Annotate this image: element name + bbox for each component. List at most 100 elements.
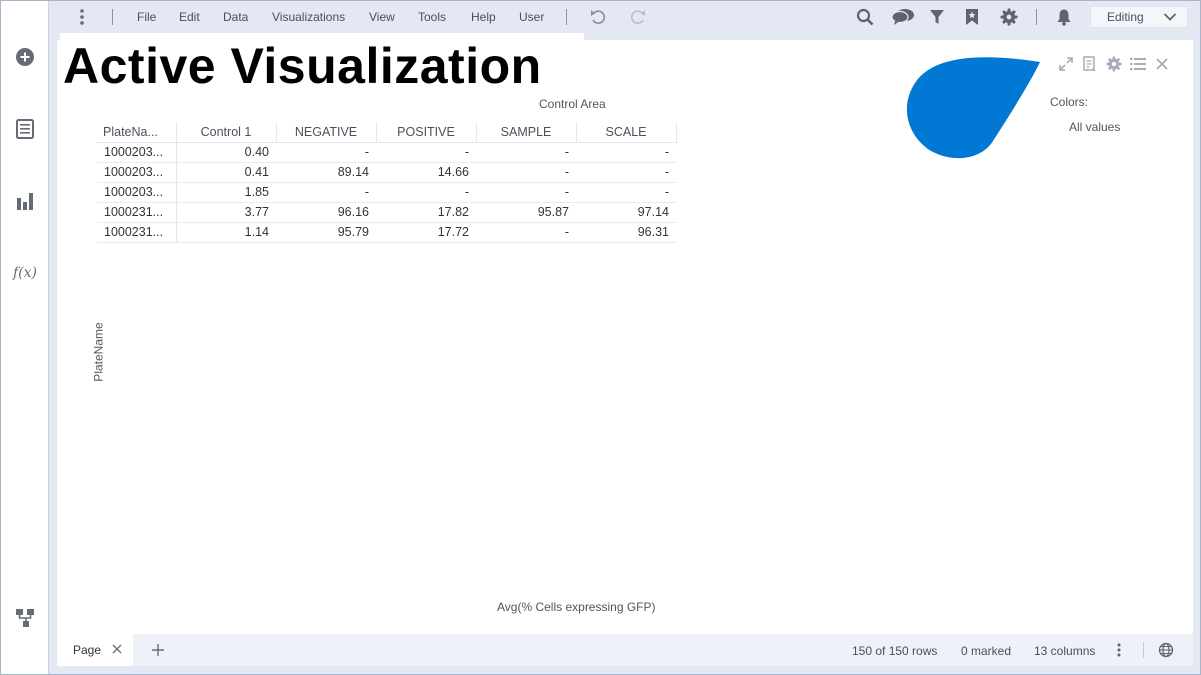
table-row[interactable]: 1000203... 1.85 - - - -	[97, 182, 676, 203]
table-cell[interactable]: 1000203...	[97, 142, 177, 163]
table-cell[interactable]: 95.79	[276, 222, 376, 243]
table-cell[interactable]: 17.72	[376, 222, 476, 243]
undo-icon[interactable]	[588, 7, 608, 27]
close-icon[interactable]	[1150, 56, 1174, 72]
table-row[interactable]: 1000231... 3.77 96.16 17.82 95.87 97.14	[97, 202, 676, 223]
table-cell[interactable]: -	[376, 142, 476, 163]
table-cell[interactable]: -	[576, 142, 676, 163]
toolbar-divider	[112, 9, 113, 25]
legend-list-icon[interactable]	[1126, 56, 1150, 72]
table-cell[interactable]: 89.14	[276, 162, 376, 183]
notes-icon[interactable]	[1078, 56, 1102, 72]
table-row[interactable]: 1000203... 0.41 89.14 14.66 - -	[97, 162, 676, 183]
menu-tools[interactable]: Tools	[418, 10, 446, 24]
menu-file[interactable]: File	[137, 10, 156, 24]
table-cell[interactable]: 1.85	[176, 182, 276, 203]
maximize-icon[interactable]	[1054, 56, 1078, 72]
status-bar: Page 150 of 150 rows 0 marked 13 columns	[57, 634, 1193, 666]
menu-view[interactable]: View	[369, 10, 395, 24]
table-cell[interactable]: 0.40	[176, 142, 276, 163]
menu-visualizations[interactable]: Visualizations	[272, 10, 345, 24]
add-page-icon[interactable]	[150, 642, 166, 658]
close-icon[interactable]	[111, 643, 123, 655]
column-header[interactable]: Control 1	[176, 122, 277, 143]
mode-label: Editing	[1107, 10, 1144, 24]
menu-user[interactable]: User	[519, 10, 544, 24]
column-header[interactable]: POSITIVE	[376, 122, 477, 143]
table-cell[interactable]: 1000203...	[97, 162, 177, 183]
search-icon[interactable]	[855, 7, 875, 27]
table-cell[interactable]: 0.41	[176, 162, 276, 183]
bar-chart-icon[interactable]	[13, 189, 37, 213]
filter-icon[interactable]	[927, 7, 947, 27]
globe-icon[interactable]	[1158, 642, 1174, 658]
column-header[interactable]: SAMPLE	[476, 122, 577, 143]
column-header[interactable]: NEGATIVE	[276, 122, 377, 143]
visualization-canvas: Active Visualization Control Area PlateN…	[57, 40, 1193, 634]
data-canvas-icon[interactable]	[13, 606, 37, 630]
table-cell[interactable]: 96.31	[576, 222, 676, 243]
toolbar-divider	[566, 9, 567, 25]
table-cell[interactable]: 1000231...	[97, 202, 177, 223]
legend-title: Colors:	[1050, 95, 1089, 109]
value-axis-label[interactable]: Avg(% Cells expressing GFP)	[497, 600, 656, 614]
table-cell[interactable]: 97.14	[576, 202, 676, 223]
table-cell[interactable]: -	[476, 182, 576, 203]
tab-page[interactable]: Page	[57, 634, 133, 666]
color-legend-shape	[906, 57, 1040, 159]
marked-count: 0 marked	[961, 644, 1012, 658]
table-cell[interactable]: -	[476, 162, 576, 183]
window-bottom-edge	[57, 666, 1193, 674]
add-circle-icon[interactable]	[13, 45, 37, 69]
column-header[interactable]: PlateNa...	[97, 122, 177, 143]
table-cell[interactable]: -	[376, 182, 476, 203]
collaboration-icon[interactable]	[890, 7, 916, 27]
column-count: 13 columns	[1034, 644, 1096, 658]
top-toolbar: File Edit Data Visualizations View Tools…	[50, 1, 1200, 33]
table-cell[interactable]: -	[576, 162, 676, 183]
row-axis-label[interactable]: PlateName	[92, 322, 106, 381]
cross-table: PlateNa... Control 1 NEGATIVE POSITIVE S…	[97, 122, 677, 243]
page-tab-label: Page	[73, 643, 102, 657]
table-cell[interactable]: 96.16	[276, 202, 376, 223]
more-vertical-icon[interactable]	[1111, 642, 1127, 658]
function-label: f(x)	[13, 265, 38, 281]
table-cell[interactable]: -	[576, 182, 676, 203]
table-cell[interactable]: 1000203...	[97, 182, 177, 203]
menu-data[interactable]: Data	[223, 10, 248, 24]
left-sidebar: f(x)	[1, 1, 49, 674]
table-cell[interactable]: 1000231...	[97, 222, 177, 243]
table-row[interactable]: 1000203... 0.40 - - - -	[97, 142, 676, 163]
menu-edit[interactable]: Edit	[179, 10, 200, 24]
redo-icon[interactable]	[628, 7, 648, 27]
table-cell[interactable]: -	[476, 142, 576, 163]
bookmark-icon[interactable]	[962, 7, 982, 27]
chevron-down-icon	[1163, 13, 1177, 21]
column-header[interactable]: SCALE	[576, 122, 677, 143]
row-count: 150 of 150 rows	[852, 644, 938, 658]
table-header-row: PlateNa... Control 1 NEGATIVE POSITIVE S…	[97, 122, 677, 143]
table-cell[interactable]: 3.77	[176, 202, 276, 223]
table-cell[interactable]: 1.14	[176, 222, 276, 243]
visualization-controls	[1054, 56, 1174, 72]
settings-icon[interactable]	[999, 7, 1019, 27]
table-cell[interactable]: 95.87	[476, 202, 576, 223]
column-axis-label[interactable]: Control Area	[539, 97, 606, 111]
legend-item-all-values[interactable]: All values	[1069, 120, 1120, 134]
notifications-icon[interactable]	[1054, 7, 1074, 27]
visualization-title: Active Visualization	[63, 38, 542, 94]
settings-icon[interactable]	[1102, 56, 1126, 72]
table-cell[interactable]: -	[476, 222, 576, 243]
status-divider	[1143, 642, 1144, 658]
table-row[interactable]: 1000231... 1.14 95.79 17.72 - 96.31	[97, 222, 676, 243]
more-vertical-icon[interactable]	[74, 8, 90, 26]
table-cell[interactable]: -	[276, 142, 376, 163]
toolbar-divider	[1036, 9, 1037, 25]
function-icon[interactable]: f(x)	[13, 261, 37, 285]
table-cell[interactable]: 14.66	[376, 162, 476, 183]
data-table-icon[interactable]	[13, 117, 37, 141]
menu-help[interactable]: Help	[471, 10, 496, 24]
table-cell[interactable]: 17.82	[376, 202, 476, 223]
table-cell[interactable]: -	[276, 182, 376, 203]
mode-dropdown[interactable]: Editing	[1090, 6, 1188, 28]
